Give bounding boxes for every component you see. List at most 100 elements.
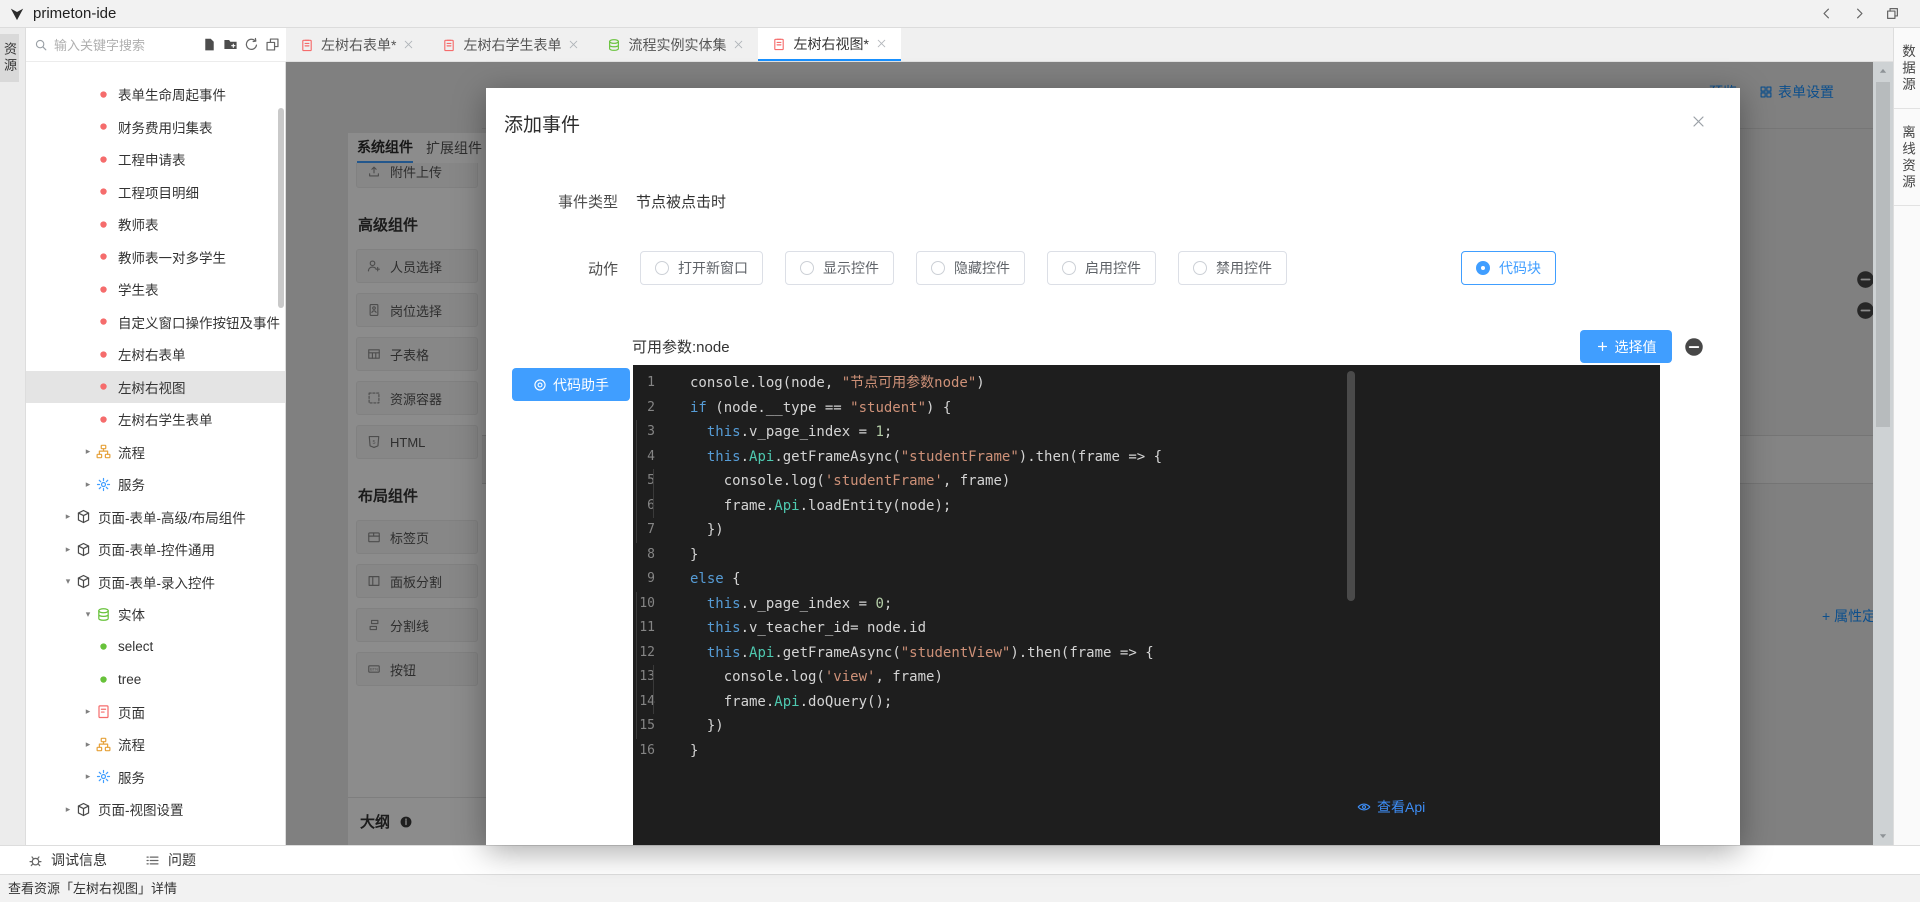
code-line[interactable]: console.log(node, "节点可用参数node") [633,371,1630,396]
debug-info-button[interactable]: 调试信息 [28,850,107,870]
code-line[interactable]: if (node.__type == "student") { [633,396,1630,421]
tree-item[interactable]: 自定义窗口操作按钮及事件 [26,306,285,339]
code-line[interactable]: }) [633,518,1630,543]
tree-item[interactable]: 左树右学生表单 [26,403,285,436]
tab-close-icon[interactable] [568,39,579,50]
code-line[interactable]: console.log('view', frame) [633,665,1630,690]
tab-close-icon[interactable] [876,38,887,49]
tree-item-label: 左树右视图 [118,377,186,397]
editor-tab[interactable]: 流程实例实体集 [593,28,758,61]
tree-item[interactable]: ▸页面 [26,696,285,729]
tree-right-arrow-icon[interactable]: ▸ [60,544,76,555]
tree-item[interactable]: 工程申请表 [26,143,285,176]
action-radio[interactable]: 打开新窗口 [640,251,763,285]
tree-item[interactable]: ▸流程 [26,436,285,469]
editor-scrollbar[interactable] [1347,371,1355,601]
tree-item[interactable]: ▸流程 [26,728,285,761]
tree-right-arrow-icon[interactable]: ▸ [80,479,96,490]
tree-down-arrow-icon[interactable]: ▾ [60,576,76,587]
scroll-down-icon[interactable] [1877,830,1889,842]
tree-item[interactable]: select [26,631,285,664]
view-api-link[interactable]: 查看Api [1357,797,1425,817]
tree-item[interactable]: tree [26,663,285,696]
tree-item[interactable]: 工程项目明细 [26,176,285,209]
action-radio[interactable]: 代码块 [1461,251,1556,285]
tree-item[interactable]: 教师表 [26,208,285,241]
problems-button[interactable]: 问题 [145,850,196,870]
tree-item[interactable]: ▸服务 [26,761,285,794]
tab-label: 左树右视图* [793,34,868,54]
tab-close-icon[interactable] [733,39,744,50]
code-line[interactable]: this.v_page_index = 0; [633,592,1630,617]
search-icon [34,38,48,52]
code-line[interactable]: frame.Api.doQuery(); [633,690,1630,715]
action-radio[interactable]: 禁用控件 [1178,251,1287,285]
main-scrollbar[interactable] [1873,62,1893,845]
collapse-icon[interactable] [265,37,280,52]
tree-right-arrow-icon[interactable]: ▸ [80,706,96,717]
app-title: primeton-ide [33,5,116,22]
code-line[interactable]: this.v_teacher_id= node.id [633,616,1630,641]
nav-back-icon[interactable] [1819,6,1834,21]
new-resource-icon[interactable] [202,37,217,52]
sidebar-tab-resources[interactable]: 资源 [0,34,19,82]
tree-item-label: 左树右学生表单 [118,409,213,429]
code-line[interactable]: }) [633,714,1630,739]
scroll-up-icon[interactable] [1877,65,1889,77]
tree-item[interactable]: ▾实体 [26,598,285,631]
scrollbar-thumb[interactable] [1876,82,1890,427]
code-assistant-button[interactable]: 代码助手 [512,368,630,401]
editor-tab[interactable]: 左树右视图* [758,28,900,61]
tree-right-arrow-icon[interactable]: ▸ [80,446,96,457]
code-editor[interactable]: 12345678910111213141516 console.log(node… [633,365,1660,845]
tree-item[interactable]: 表单生命周起事件 [26,78,285,111]
code-line[interactable]: this.Api.getFrameAsync("studentFrame").t… [633,445,1630,470]
resource-tree-panel: 表单生命周起事件财务费用归集表工程申请表工程项目明细教师表教师表一对多学生学生表… [26,62,286,845]
window-restore-icon[interactable] [1885,6,1900,21]
tree-item[interactable]: 学生表 [26,273,285,306]
tree-right-arrow-icon[interactable]: ▸ [60,804,76,815]
tree-scrollbar[interactable] [278,108,284,308]
tree-item[interactable]: 左树右表单 [26,338,285,371]
dialog-close-icon[interactable] [1691,114,1706,129]
code-line[interactable]: frame.Api.loadEntity(node); [633,494,1630,519]
tree-item[interactable]: ▸页面-表单-控件通用 [26,533,285,566]
code-line[interactable]: } [633,543,1630,568]
tree-item[interactable]: 财务费用归集表 [26,111,285,144]
tree-item[interactable]: 教师表一对多学生 [26,241,285,274]
code-line[interactable]: this.Api.getFrameAsync("studentView").th… [633,641,1630,666]
tree-down-arrow-icon[interactable]: ▾ [80,609,96,620]
action-radio[interactable]: 显示控件 [785,251,894,285]
code-line[interactable]: this.v_page_index = 1; [633,420,1630,445]
status-message: 查看资源「左树右视图」详情 [8,881,177,896]
editor-code[interactable]: console.log(node, "节点可用参数node")if (node.… [633,371,1630,763]
action-radio[interactable]: 隐藏控件 [916,251,1025,285]
editor-tab[interactable]: 左树右学生表单 [428,28,593,61]
action-radio[interactable]: 启用控件 [1047,251,1156,285]
right-rail-tab[interactable]: 离线资源 [1894,109,1920,206]
tree-item[interactable]: ▾页面-表单-录入控件 [26,566,285,599]
green-dot-icon [96,672,111,687]
code-line[interactable]: else { [633,567,1630,592]
tab-close-icon[interactable] [403,39,414,50]
tree-right-arrow-icon[interactable]: ▸ [80,771,96,782]
tree-item[interactable]: ▸服务 [26,468,285,501]
select-value-button[interactable]: 选择值 [1580,330,1672,363]
tree-right-arrow-icon[interactable]: ▸ [80,739,96,750]
code-line[interactable]: console.log('studentFrame', frame) [633,469,1630,494]
nav-forward-icon[interactable] [1852,6,1867,21]
bottom-toolbar: 调试信息 问题 [0,845,1920,874]
tree-item[interactable]: ▸页面-表单-高级/布局组件 [26,501,285,534]
refresh-icon[interactable] [244,37,259,52]
bug-icon [28,853,43,868]
tree-item[interactable]: 左树右视图 [26,371,285,404]
tree-item[interactable]: ▸页面-视图设置 [26,793,285,826]
code-line[interactable]: } [633,739,1630,764]
new-folder-icon[interactable] [223,37,238,52]
remove-code-block-icon[interactable] [1684,337,1704,357]
editor-tab[interactable]: 左树右表单* [286,28,428,61]
radio-icon [1062,261,1076,275]
search-input[interactable]: 输入关键字搜索 [54,35,145,54]
tree-right-arrow-icon[interactable]: ▸ [60,511,76,522]
right-rail-tab[interactable]: 数据源 [1894,28,1920,109]
